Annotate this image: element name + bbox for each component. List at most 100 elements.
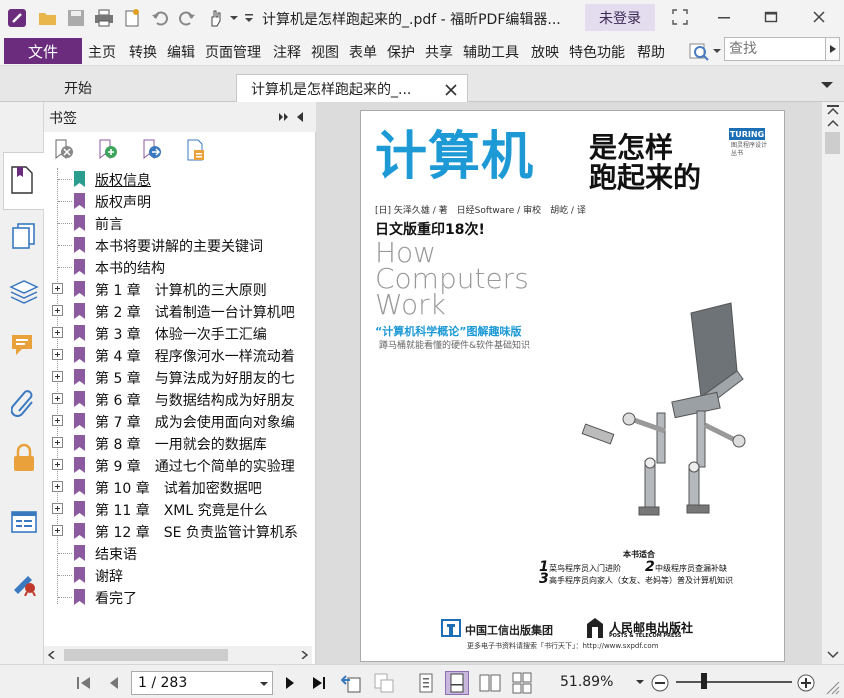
expand-node-icon[interactable] <box>52 371 63 382</box>
menu-accessibility-tools[interactable]: 辅助工具 <box>463 42 519 62</box>
find-options-icon[interactable] <box>688 40 722 62</box>
menu-edit[interactable]: 编辑 <box>167 42 195 62</box>
search-input[interactable] <box>724 37 826 61</box>
facing-view-icon[interactable] <box>478 671 502 695</box>
close-tab-icon[interactable] <box>445 84 457 96</box>
bookmark-item[interactable]: 第 8 章 一用就会的数据库 <box>44 432 312 454</box>
bookmark-panel-icon[interactable] <box>4 160 40 200</box>
scrollbar-thumb[interactable] <box>825 132 840 154</box>
zoom-select-chevron-icon[interactable] <box>635 679 645 685</box>
menu-help[interactable]: 帮助 <box>637 42 665 62</box>
menu-special-features[interactable]: 特色功能 <box>569 42 625 62</box>
chevron-down-icon[interactable] <box>228 8 240 28</box>
expand-node-icon[interactable] <box>52 437 63 448</box>
bookmark-item[interactable]: 第 3 章 体验一次手工汇编 <box>44 322 312 344</box>
comments-icon[interactable] <box>6 326 42 366</box>
menu-protect[interactable]: 保护 <box>387 42 415 62</box>
viewer-vertical-scrollbar[interactable] <box>822 102 844 664</box>
tab-document[interactable]: 计算机是怎样跑起来的_... <box>236 74 468 102</box>
zoom-level[interactable]: 51.89% <box>560 674 613 690</box>
bookmark-item[interactable]: 第 10 章 试着加密数据吧 <box>44 476 312 498</box>
menu-slideshow[interactable]: 放映 <box>531 42 559 62</box>
add-bookmark-icon[interactable] <box>96 138 120 162</box>
continuous-view-icon[interactable] <box>445 671 469 695</box>
last-page-button[interactable] <box>307 671 331 695</box>
file-menu-button[interactable]: 文件 <box>4 38 82 64</box>
restore-icon[interactable] <box>759 6 783 28</box>
scroll-up-step-icon[interactable] <box>827 119 839 127</box>
undo-icon[interactable] <box>149 8 171 28</box>
bookmark-item[interactable]: 第 4 章 程序像河水一样流动着 <box>44 344 312 366</box>
scroll-down-icon[interactable] <box>827 650 839 660</box>
minimize-icon[interactable] <box>712 6 736 28</box>
zoom-out-button[interactable] <box>648 671 672 695</box>
resize-grip-icon[interactable] <box>826 681 840 695</box>
search-go-button[interactable] <box>825 37 840 61</box>
login-button[interactable]: 未登录 <box>585 4 655 31</box>
zoom-slider-thumb[interactable] <box>701 673 707 689</box>
bookmark-item[interactable]: 本书的结构 <box>44 256 312 278</box>
bookmark-item[interactable]: 第 12 章 SE 负责监管计算机系 <box>44 520 312 542</box>
open-folder-icon[interactable] <box>37 8 59 28</box>
single-page-view-icon[interactable] <box>414 671 438 695</box>
security-lock-icon[interactable] <box>6 438 42 478</box>
new-document-icon[interactable] <box>121 8 143 28</box>
menu-form[interactable]: 表单 <box>349 42 377 62</box>
bookmark-properties-icon[interactable] <box>184 138 208 162</box>
save-icon[interactable] <box>65 8 87 28</box>
previous-page-button[interactable] <box>102 671 126 695</box>
bookmark-item[interactable]: 第 11 章 XML 究竟是什么 <box>44 498 312 520</box>
bookmark-item[interactable]: 版权信息 <box>44 168 312 190</box>
bookmark-item[interactable]: 看完了 <box>44 586 312 608</box>
next-view-icon[interactable] <box>372 671 396 695</box>
expand-node-icon[interactable] <box>52 393 63 404</box>
hand-tool-icon[interactable] <box>205 8 227 28</box>
print-icon[interactable] <box>93 8 115 28</box>
first-page-button[interactable] <box>72 671 96 695</box>
redo-icon[interactable] <box>176 8 198 28</box>
tab-start[interactable]: 开始 <box>46 74 236 102</box>
menu-convert[interactable]: 转换 <box>129 42 157 62</box>
page-thumbnails-icon[interactable] <box>6 216 42 256</box>
zoom-in-button[interactable] <box>794 671 818 695</box>
expand-node-icon[interactable] <box>52 305 63 316</box>
form-fields-icon[interactable] <box>6 502 42 542</box>
menu-comment[interactable]: 注释 <box>273 42 301 62</box>
delete-bookmark-icon[interactable] <box>52 138 76 162</box>
expand-node-icon[interactable] <box>52 283 63 294</box>
bookmark-item[interactable]: 结束语 <box>44 542 312 564</box>
page-select-chevron-icon[interactable] <box>259 681 269 687</box>
fullscreen-icon[interactable] <box>668 6 692 28</box>
expand-panel-icon[interactable] <box>278 112 290 122</box>
bookmark-item[interactable]: 本书将要讲解的主要关键词 <box>44 234 312 256</box>
scrollbar-thumb[interactable] <box>64 649 228 661</box>
bookmark-item[interactable]: 版权声明 <box>44 190 312 212</box>
page-number-input[interactable] <box>131 671 273 695</box>
bookmark-item[interactable]: 第 7 章 成为会使用面向对象编 <box>44 410 312 432</box>
expand-node-icon[interactable] <box>52 327 63 338</box>
tab-list-chevron-icon[interactable] <box>820 80 834 90</box>
layers-icon[interactable] <box>6 272 42 312</box>
bookmark-item[interactable]: 第 9 章 通过七个简单的实验理 <box>44 454 312 476</box>
customize-quick-access-icon[interactable] <box>243 8 255 28</box>
menu-page-manage[interactable]: 页面管理 <box>205 42 261 62</box>
menu-view[interactable]: 视图 <box>311 42 339 62</box>
expand-node-icon[interactable] <box>52 459 63 470</box>
scroll-up-icon[interactable] <box>827 105 839 115</box>
bookmark-item[interactable]: 第 5 章 与算法成为好朋友的七 <box>44 366 312 388</box>
attachments-icon[interactable] <box>6 382 42 422</box>
go-to-bookmark-icon[interactable] <box>140 138 164 162</box>
signature-icon[interactable] <box>6 562 42 602</box>
bookmark-item[interactable]: 前言 <box>44 212 312 234</box>
expand-node-icon[interactable] <box>52 415 63 426</box>
close-window-icon[interactable] <box>807 6 831 28</box>
zoom-slider-track[interactable] <box>676 681 792 683</box>
scroll-right-icon[interactable] <box>300 651 308 659</box>
bookmark-item[interactable]: 谢辞 <box>44 564 312 586</box>
bookmark-item[interactable]: 第 1 章 计算机的三大原则 <box>44 278 312 300</box>
bookmark-item[interactable]: 第 6 章 与数据结构成为好朋友 <box>44 388 312 410</box>
menu-share[interactable]: 共享 <box>425 42 453 62</box>
bookmark-item[interactable]: 第 2 章 试着制造一台计算机吧 <box>44 300 312 322</box>
next-page-button[interactable] <box>278 671 302 695</box>
scroll-left-icon[interactable] <box>48 651 56 659</box>
